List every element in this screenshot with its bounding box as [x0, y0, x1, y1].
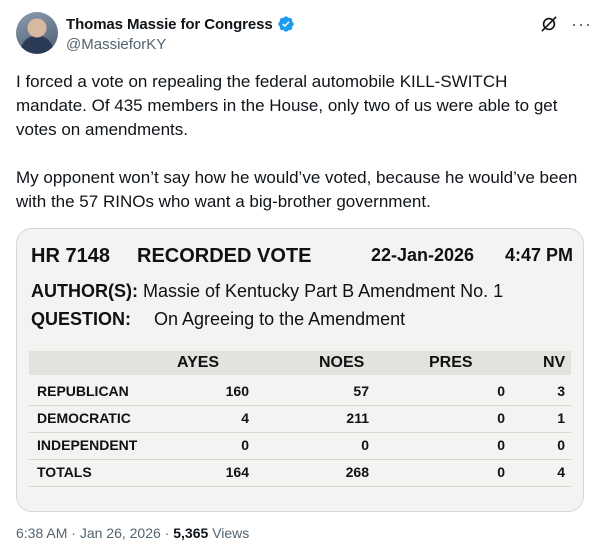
- table-row: INDEPENDENT 0 0 0 0: [29, 433, 571, 460]
- vote-question-line: QUESTION: On Agreeing to the Amendment: [31, 309, 405, 330]
- views-count[interactable]: 5,365: [173, 525, 208, 541]
- noes-cell: 0: [361, 437, 369, 453]
- tweet-media[interactable]: HR 7148 RECORDED VOTE 22-Jan-2026 4:47 P…: [16, 228, 584, 512]
- pres-cell: 0: [497, 383, 505, 399]
- bill-number: HR 7148: [31, 245, 110, 267]
- grok-icon[interactable]: [539, 14, 559, 34]
- post-time[interactable]: 6:38 AM: [16, 525, 67, 541]
- vote-author-line: AUTHOR(S): Massie of Kentucky Part B Ame…: [31, 281, 503, 302]
- tweet-card: Thomas Massie for Congress @MassieforKY …: [0, 0, 608, 559]
- handle[interactable]: @MassieforKY: [66, 36, 166, 53]
- verified-badge-icon[interactable]: [277, 15, 295, 33]
- author-value: Massie of Kentucky Part B Amendment No. …: [143, 281, 504, 301]
- ayes-cell: 160: [225, 383, 249, 399]
- meta-separator: ·: [164, 525, 170, 541]
- nv-cell: 1: [557, 410, 565, 426]
- column-header-ayes: AYES: [177, 354, 220, 371]
- avatar[interactable]: [16, 12, 58, 54]
- nv-cell: 3: [557, 383, 565, 399]
- noes-cell: 268: [345, 464, 369, 480]
- vote-date: 22-Jan-2026: [371, 245, 475, 265]
- meta-separator: ·: [71, 525, 76, 541]
- party-cell: TOTALS: [37, 464, 92, 480]
- column-header-noes: NOES: [319, 354, 365, 371]
- question-label: QUESTION:: [31, 309, 132, 329]
- nv-cell: 4: [557, 464, 565, 480]
- party-cell: DEMOCRATIC: [37, 410, 131, 426]
- post-date[interactable]: Jan 26, 2026: [80, 525, 161, 541]
- more-options-icon[interactable]: ···: [571, 15, 592, 33]
- tweet-paragraph: My opponent won’t say how he would’ve vo…: [16, 168, 578, 211]
- ayes-cell: 4: [241, 410, 249, 426]
- table-row: REPUBLICAN 160 57 0 3: [29, 379, 571, 406]
- tweet-meta: 6:38 AM · Jan 26, 2026 · 5,365 Views: [16, 525, 249, 541]
- column-header-nv: NV: [543, 354, 566, 371]
- party-cell: INDEPENDENT: [37, 437, 138, 453]
- display-name[interactable]: Thomas Massie for Congress: [66, 16, 273, 33]
- vote-title-row: HR 7148 RECORDED VOTE 22-Jan-2026 4:47 P…: [31, 245, 577, 273]
- tweet-paragraph: I forced a vote on repealing the federal…: [16, 72, 558, 139]
- views-label: Views: [212, 525, 250, 541]
- ayes-cell: 164: [225, 464, 249, 480]
- pres-cell: 0: [497, 437, 505, 453]
- pres-cell: 0: [497, 410, 505, 426]
- ayes-cell: 0: [241, 437, 249, 453]
- nv-cell: 0: [557, 437, 565, 453]
- vote-time: 4:47 PM: [505, 245, 574, 265]
- party-cell: REPUBLICAN: [37, 383, 129, 399]
- noes-cell: 57: [353, 383, 369, 399]
- tweet-text: I forced a vote on repealing the federal…: [16, 70, 582, 214]
- tweet-header: Thomas Massie for Congress @MassieforKY …: [16, 12, 592, 58]
- table-row-totals: TOTALS 164 268 0 4: [29, 460, 571, 487]
- vote-table-header: AYES NOES PRES NV: [29, 351, 571, 375]
- header-actions: ···: [539, 14, 592, 34]
- vote-title: RECORDED VOTE: [137, 245, 312, 267]
- recorded-vote-image: HR 7148 RECORDED VOTE 22-Jan-2026 4:47 P…: [17, 229, 583, 511]
- pres-cell: 0: [497, 464, 505, 480]
- author-label: AUTHOR(S):: [31, 281, 138, 301]
- column-header-pres: PRES: [429, 354, 473, 371]
- name-row: Thomas Massie for Congress: [66, 15, 295, 33]
- table-row: DEMOCRATIC 4 211 0 1: [29, 406, 571, 433]
- noes-cell: 211: [346, 410, 369, 426]
- question-value: On Agreeing to the Amendment: [154, 309, 406, 329]
